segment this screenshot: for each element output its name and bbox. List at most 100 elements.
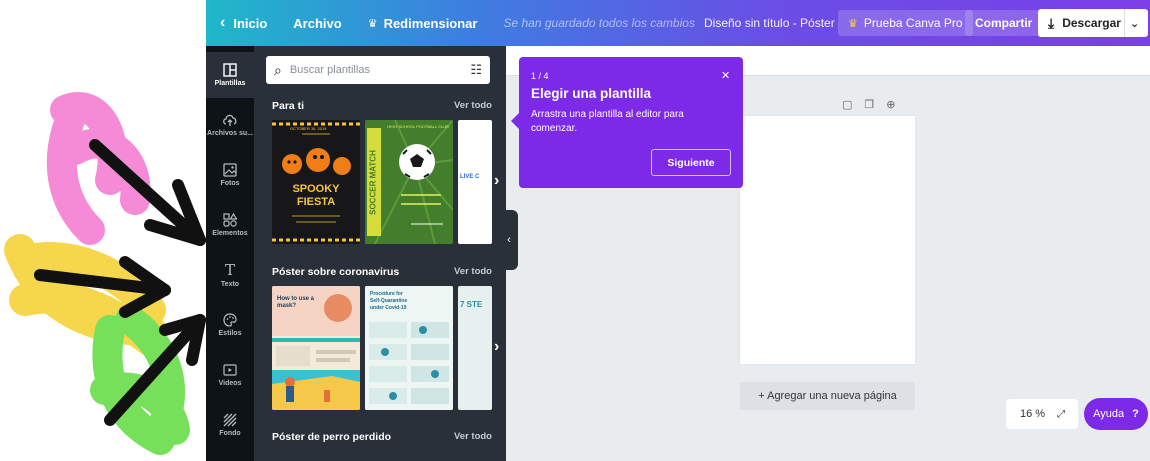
photo-icon [223, 163, 237, 177]
download-icon: ⤓ [1048, 14, 1055, 31]
design-title[interactable]: Diseño sin título - Póster [704, 0, 835, 46]
upload-cloud-icon [223, 114, 237, 126]
see-all-link[interactable]: Ver todo [454, 431, 492, 443]
try-pro-label: Prueba Canva Pro [863, 16, 963, 30]
template-thumb-mask[interactable]: How to use a mask? [272, 286, 360, 410]
section-title: Póster sobre coronavirus [272, 266, 400, 278]
decorative-scribbles [4, 92, 206, 455]
next-button[interactable]: Siguiente [651, 149, 731, 176]
zoom-control[interactable]: 16 % ⤢ [1006, 399, 1078, 429]
quarantine-title-1: Procedure for [370, 291, 403, 297]
rail-item-templates[interactable]: Plantillas [206, 52, 254, 98]
note-icon[interactable]: ▢ [842, 98, 852, 111]
template-icon [223, 63, 237, 77]
top-bar: ‹ Inicio Archivo ♛ Redimensionar Se han … [206, 0, 1150, 46]
expand-icon[interactable]: ⤢ [1057, 409, 1065, 420]
rail-item-styles[interactable]: Estilos [206, 302, 254, 348]
download-button[interactable]: ⤓ Descargar ⌄ [1038, 9, 1148, 37]
spooky-fiesta-art [272, 120, 360, 244]
add-page-button[interactable]: + Agregar una nueva página [740, 382, 915, 410]
text-icon: T [224, 261, 235, 279]
add-page-icon[interactable]: ⊕ [886, 98, 895, 111]
steps-text: 7 STE [460, 300, 483, 309]
template-thumb-live[interactable]: LIVE C [458, 120, 492, 244]
rail-label: Videos [218, 380, 242, 387]
tooltip-title: Elegir una plantilla [531, 86, 652, 101]
template-thumb-quarantine[interactable]: Procedure for Self-Quarantine under Covi… [365, 286, 453, 410]
chevron-left-icon: ‹ [220, 14, 226, 31]
collapse-panel-button[interactable]: ‹ [500, 210, 518, 270]
help-label: Ayuda [1093, 408, 1125, 420]
home-button[interactable]: ‹ Inicio [220, 0, 267, 46]
divider [1124, 9, 1125, 37]
resize-label: Redimensionar [383, 15, 478, 31]
close-icon[interactable]: ✕ [721, 69, 730, 82]
onboarding-tooltip: 1 / 4 ✕ Elegir una plantilla Arrastra un… [511, 57, 743, 188]
rail-label: Plantillas [214, 80, 246, 87]
rail-item-videos[interactable]: Videos [206, 352, 254, 398]
rail-label: Archivos su... [207, 130, 253, 137]
section-title: Póster de perro perdido [272, 431, 392, 443]
search-icon: ⌕ [274, 61, 282, 78]
app-root: ‹ Inicio Archivo ♛ Redimensionar Se han … [0, 0, 1150, 461]
rail-item-background[interactable]: Fondo [206, 402, 254, 448]
tooltip-body: Arrastra una plantilla al editor para co… [531, 109, 684, 134]
file-menu[interactable]: Archivo [293, 0, 341, 46]
share-button[interactable]: Compartir [965, 10, 1043, 36]
soccer-match-art [365, 120, 453, 244]
chevron-right-icon[interactable]: › [494, 172, 506, 192]
quarantine-title-3: under Covid-19 [370, 305, 407, 311]
crown-icon: ♛ [848, 17, 858, 30]
section-header: Para ti Ver todo [272, 100, 492, 112]
rail-label: Texto [220, 281, 240, 288]
rail-item-uploads[interactable]: Archivos su... [206, 102, 254, 148]
section-header: Póster de perro perdido Ver todo [272, 431, 492, 443]
rail-label: Fondo [219, 430, 241, 437]
tooltip-step: 1 / 4 [531, 71, 549, 81]
help-button[interactable]: Ayuda ? [1084, 398, 1148, 430]
template-thumb-spooky-fiesta[interactable]: OCTOBER 30, 2019 SPOOKY FIESTA [272, 120, 360, 244]
page-tools: ▢ ❐ ⊕ [842, 98, 896, 111]
spooky-title-2: FIESTA [296, 196, 336, 208]
section-header: Póster sobre coronavirus Ver todo [272, 266, 492, 278]
spooky-title-1: SPOOKY [292, 183, 340, 195]
try-pro-button[interactable]: ♛ Prueba Canva Pro [838, 10, 973, 36]
zoom-value: 16 % [1020, 408, 1046, 420]
see-all-link[interactable]: Ver todo [454, 100, 492, 112]
template-thumb-soccer-match[interactable]: HIGH SCHOOL FOOTBALL CLUB SOCCER MATCH [365, 120, 453, 244]
template-search[interactable]: ⌕ ☷ [266, 56, 490, 84]
home-label: Inicio [233, 15, 268, 31]
design-page[interactable] [740, 116, 915, 364]
search-input[interactable] [289, 64, 450, 76]
template-row: OCTOBER 30, 2019 SPOOKY FIESTA HIGH SCHO… [272, 120, 506, 244]
template-thumb-steps[interactable]: 7 STE [458, 286, 492, 410]
resize-button[interactable]: ♛ Redimensionar [368, 0, 478, 46]
rail-label: Fotos [220, 180, 240, 187]
mask-title-2: mask? [277, 303, 297, 309]
rail-label: Elementos [212, 230, 248, 237]
duplicate-page-icon[interactable]: ❐ [864, 98, 874, 111]
background-icon [223, 413, 237, 427]
crown-icon: ♛ [367, 17, 378, 30]
chevron-right-icon[interactable]: › [494, 338, 506, 358]
palette-icon [223, 313, 237, 327]
see-all-link[interactable]: Ver todo [454, 266, 492, 278]
soccer-side-text: SOCCER MATCH [368, 150, 378, 215]
question-icon: ? [1132, 408, 1139, 420]
template-row: How to use a mask? Procedure for Self-Qu… [272, 286, 506, 410]
shapes-icon [223, 213, 237, 227]
soccer-top-text: HIGH SCHOOL FOOTBALL CLUB [387, 124, 449, 129]
rail-item-elements[interactable]: Elementos [206, 202, 254, 248]
chevron-down-icon[interactable]: ⌄ [1130, 17, 1139, 30]
download-label: Descargar [1062, 16, 1121, 30]
rail-label: Estilos [218, 330, 242, 337]
chevron-left-icon: ‹ [507, 234, 511, 246]
video-icon [223, 364, 237, 376]
section-title: Para ti [272, 100, 305, 112]
live-text: LIVE C [460, 174, 480, 180]
side-rail: Plantillas Archivos su... Fotos Elemento… [206, 46, 254, 461]
rail-item-photos[interactable]: Fotos [206, 152, 254, 198]
rail-item-text[interactable]: T Texto [206, 252, 254, 298]
filter-icon[interactable]: ☷ [470, 62, 482, 78]
mask-title-1: How to use a [277, 296, 315, 302]
